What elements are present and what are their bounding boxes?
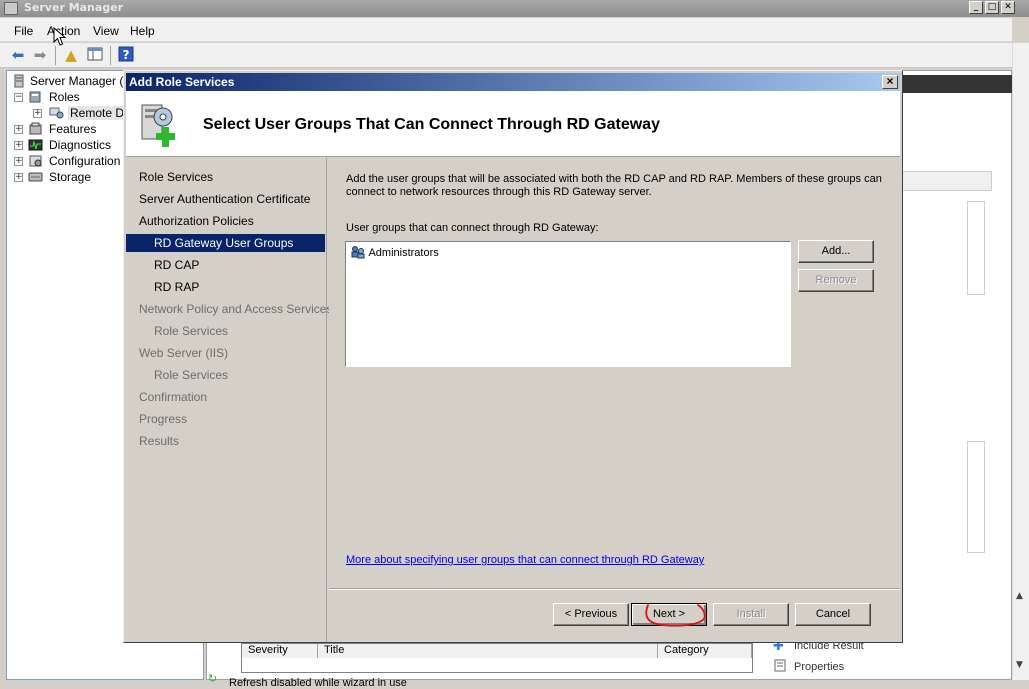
- step-role-services[interactable]: Role Services: [126, 168, 325, 186]
- content-section-header: [902, 171, 992, 191]
- tree-item-configuration[interactable]: Configuration: [49, 154, 120, 168]
- help-icon[interactable]: ?: [116, 46, 136, 66]
- step-confirmation: Confirmation: [139, 390, 208, 404]
- page-title: Select User Groups That Can Connect Thro…: [203, 116, 660, 133]
- user-groups-label: User groups that can connect through RD …: [346, 222, 599, 234]
- step-results: Results: [139, 434, 180, 448]
- wizard-footer: < Previous Next > Install Cancel: [329, 588, 900, 642]
- content-panel-middle: [967, 441, 985, 553]
- group-name: Administrators: [368, 247, 439, 259]
- menu-help[interactable]: Help: [130, 24, 155, 38]
- step-rd-gateway-user-groups[interactable]: RD Gateway User Groups: [126, 234, 325, 252]
- column-header-category[interactable]: Category: [658, 644, 752, 658]
- server-manager-icon: [14, 74, 24, 88]
- menu-view[interactable]: View: [93, 24, 119, 38]
- menu-file[interactable]: File: [14, 24, 33, 38]
- features-icon: [29, 122, 42, 135]
- wizard-page-content: Add the user groups that will be associa…: [329, 158, 900, 588]
- add-role-services-dialog: Add Role Services × Select User Groups T…: [123, 70, 903, 643]
- properties-icon: [774, 659, 786, 672]
- main-vertical-scrollbar[interactable]: ▲ ▼: [1012, 43, 1029, 680]
- menu-bar: File Action View Help: [0, 18, 1012, 42]
- status-text: Refresh disabled while wizard in use: [229, 677, 407, 689]
- step-npas-role-services: Role Services: [154, 324, 229, 338]
- svg-text:?: ?: [123, 48, 130, 62]
- dialog-titlebar: Add Role Services ×: [126, 73, 900, 91]
- expand-diagnostics-toggle[interactable]: +: [14, 141, 23, 150]
- configuration-icon: [29, 155, 42, 167]
- step-iis-role-services: Role Services: [154, 368, 229, 382]
- storage-icon: [28, 172, 43, 182]
- step-authorization-policies[interactable]: Authorization Policies: [126, 212, 325, 230]
- maximize-button[interactable]: □: [985, 1, 999, 14]
- scroll-down-arrow-icon[interactable]: ▼: [1016, 660, 1023, 670]
- dialog-header: Select User Groups That Can Connect Thro…: [126, 91, 900, 157]
- expand-features-toggle[interactable]: +: [14, 125, 23, 134]
- content-panel-top: [967, 201, 985, 295]
- add-role-services-icon: [141, 104, 175, 147]
- action-properties[interactable]: Properties: [794, 661, 844, 673]
- expand-remote-desktop-toggle[interactable]: +: [33, 109, 42, 118]
- diagnostics-icon: [28, 139, 43, 151]
- toolbar: ⬅ ➡ ▲ ?: [0, 43, 1012, 68]
- cancel-button[interactable]: Cancel: [795, 603, 871, 626]
- step-web-server-iis: Web Server (IIS): [139, 346, 229, 360]
- list-item[interactable]: Administrators: [350, 245, 439, 259]
- tree-item-storage[interactable]: Storage: [49, 170, 91, 184]
- wizard-step-list: Role Services Server Authentication Cert…: [126, 158, 333, 642]
- show-hide-tree-icon[interactable]: [85, 46, 105, 66]
- remote-desktop-icon: [49, 107, 64, 119]
- collapse-roles-toggle[interactable]: −: [14, 93, 23, 102]
- add-group-button[interactable]: Add...: [798, 240, 874, 263]
- tree-item-diagnostics[interactable]: Diagnostics: [49, 138, 111, 152]
- previous-button[interactable]: < Previous: [553, 603, 629, 626]
- column-header-severity[interactable]: Severity: [242, 644, 318, 658]
- tree-item-features[interactable]: Features: [49, 122, 96, 136]
- forward-arrow-icon[interactable]: ➡: [30, 46, 50, 66]
- close-window-button[interactable]: ✕: [1001, 1, 1015, 14]
- step-server-authentication-certificate[interactable]: Server Authentication Certificate: [126, 190, 325, 208]
- user-group-icon: [351, 246, 365, 259]
- roles-icon: [29, 91, 41, 103]
- expand-configuration-toggle[interactable]: +: [14, 157, 23, 166]
- minimize-button[interactable]: _: [969, 1, 983, 14]
- user-groups-list[interactable]: Administrators: [345, 241, 791, 367]
- page-description: Add the user groups that will be associa…: [346, 173, 882, 198]
- expand-storage-toggle[interactable]: +: [14, 173, 23, 182]
- dialog-title: Add Role Services: [129, 75, 235, 89]
- up-folder-icon[interactable]: ▲: [61, 46, 81, 66]
- more-info-link[interactable]: More about specifying user groups that c…: [346, 554, 704, 566]
- remove-group-button[interactable]: Remove: [798, 269, 874, 292]
- step-network-policy-and-access-services: Network Policy and Access Services: [139, 302, 333, 316]
- step-rd-cap[interactable]: RD CAP: [126, 256, 325, 274]
- dialog-close-button[interactable]: ×: [882, 75, 898, 89]
- server-manager-app-icon: [4, 2, 18, 15]
- refresh-icon: ↻: [208, 672, 218, 685]
- window-title: Server Manager: [24, 1, 124, 14]
- results-grid[interactable]: Severity Title Category: [241, 643, 753, 673]
- step-rd-rap[interactable]: RD RAP: [126, 278, 325, 296]
- column-header-title[interactable]: Title: [318, 644, 658, 658]
- install-button[interactable]: Install: [713, 603, 789, 626]
- server-manager-titlebar: Server Manager _ □ ✕: [0, 0, 1029, 17]
- back-arrow-icon[interactable]: ⬅: [8, 46, 28, 66]
- content-header-bar: [902, 75, 1012, 93]
- scroll-up-arrow-icon[interactable]: ▲: [1016, 591, 1023, 601]
- step-progress: Progress: [139, 412, 188, 426]
- next-button[interactable]: Next >: [631, 603, 707, 626]
- tree-item-roles[interactable]: Roles: [49, 90, 80, 104]
- mouse-cursor-icon: [53, 27, 67, 46]
